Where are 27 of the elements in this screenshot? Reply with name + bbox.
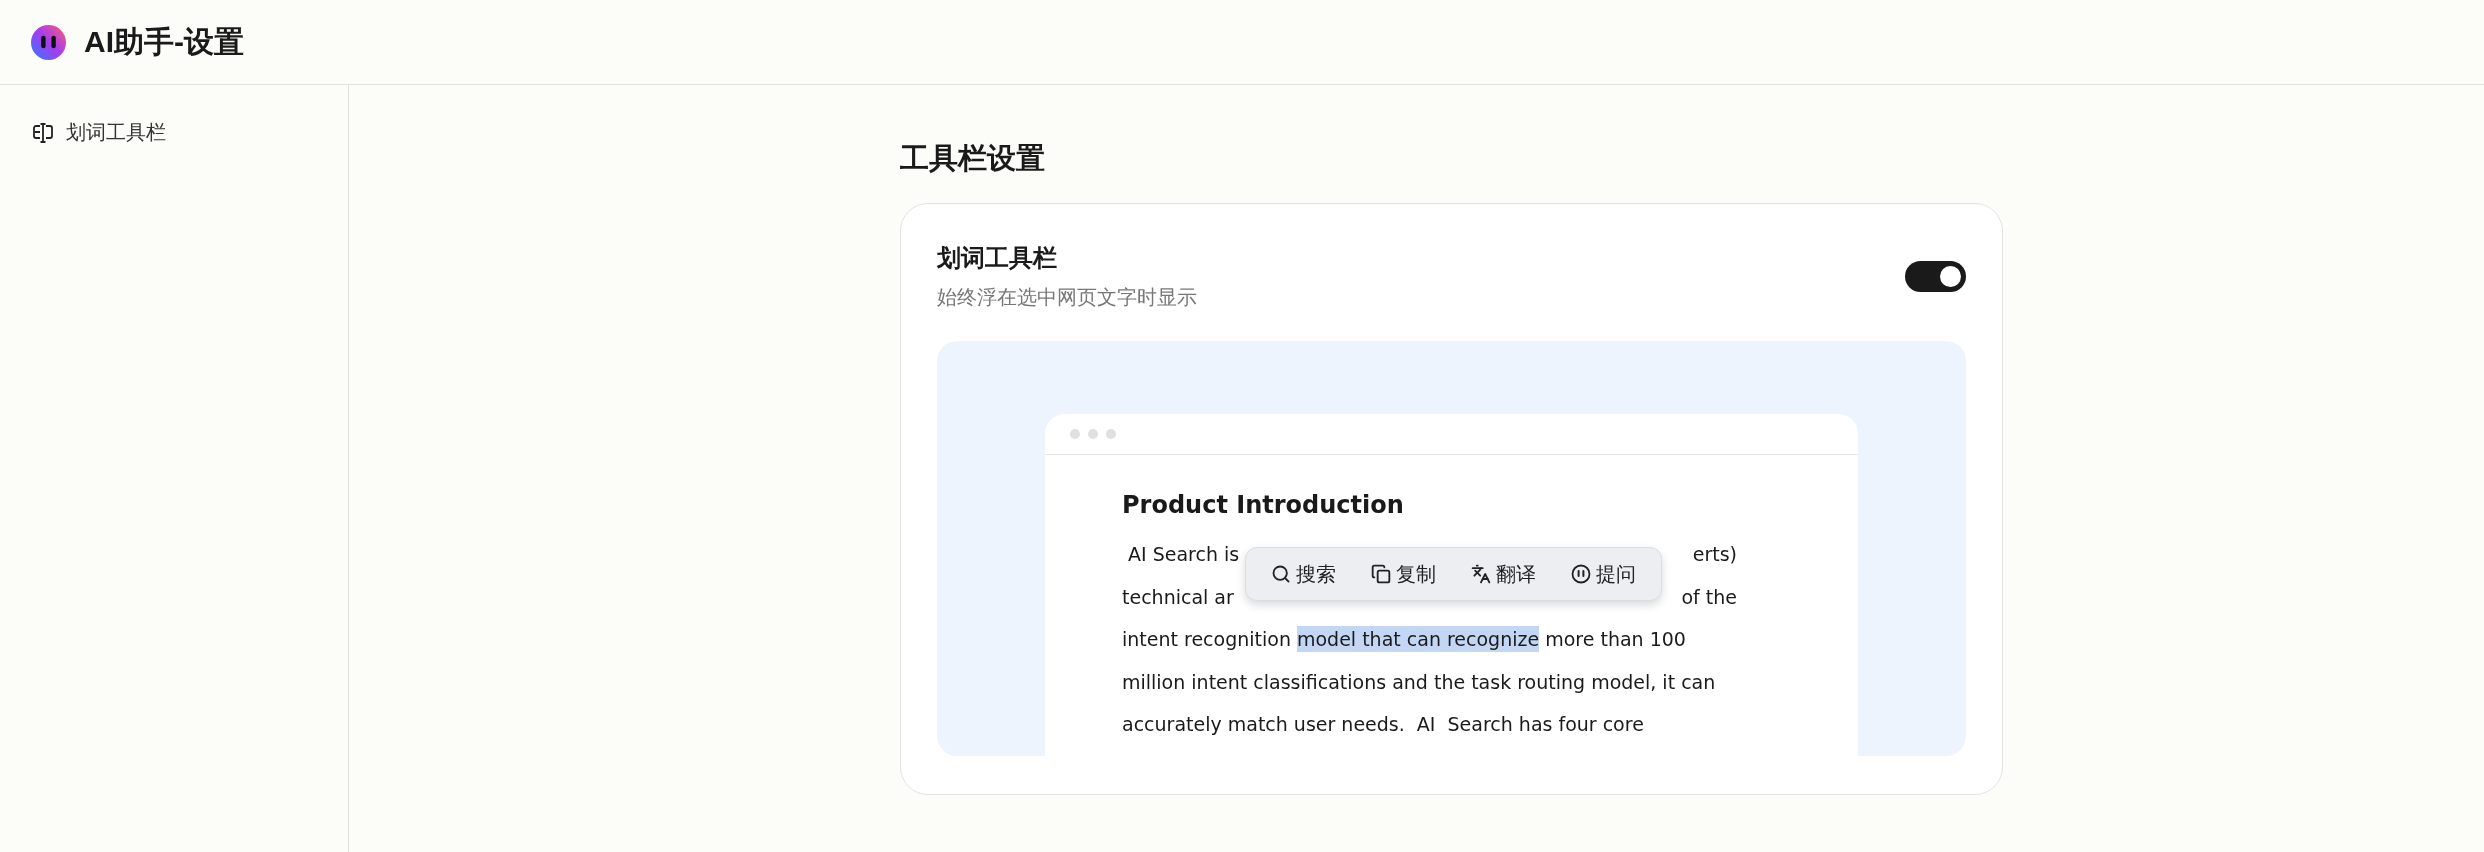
selected-text: model that can recognize (1296, 626, 1540, 653)
copy-icon (1371, 564, 1392, 584)
toolbar-button[interactable]: 复制 (1367, 556, 1441, 592)
paragraph-text: AI Search is (1127, 543, 1240, 566)
toolbar-button[interactable]: 翻译 (1466, 556, 1540, 592)
toggle-switch[interactable] (1905, 261, 1966, 292)
paragraph-text: erts) (1692, 543, 1737, 566)
paragraph-text: accurately match user needs. AI Search has four core (1122, 713, 1644, 736)
logo-icon (31, 24, 66, 60)
text-cursor-icon (32, 121, 54, 144)
paragraph-text: of the (1681, 585, 1737, 608)
sidebar-item[interactable]: 划词工具栏 (0, 119, 348, 146)
toolbar-button[interactable]: 搜索 (1267, 556, 1341, 592)
paragraph-text: more than 100 (1544, 628, 1686, 651)
paragraph-text: intent recognition (1122, 628, 1292, 651)
paragraph-text: technical ar (1122, 585, 1234, 608)
article-heading: Product Introduction (1122, 491, 1405, 519)
translate-icon (1470, 564, 1491, 584)
app-title: AI助手-设置 (84, 23, 244, 60)
paragraph-text: million intent classifications and the task routing model, it can (1122, 670, 1716, 693)
toolbar-button[interactable]: 提问 (1566, 556, 1640, 592)
search-icon (1271, 564, 1292, 584)
window-dots-icon (1070, 429, 1116, 439)
section-title: 工具栏设置 (900, 141, 1046, 176)
setting-description: 始终浮在选中网页文字时显示 (937, 285, 1197, 310)
setting-title: 划词工具栏 (937, 243, 1058, 273)
face-icon (1570, 564, 1591, 584)
